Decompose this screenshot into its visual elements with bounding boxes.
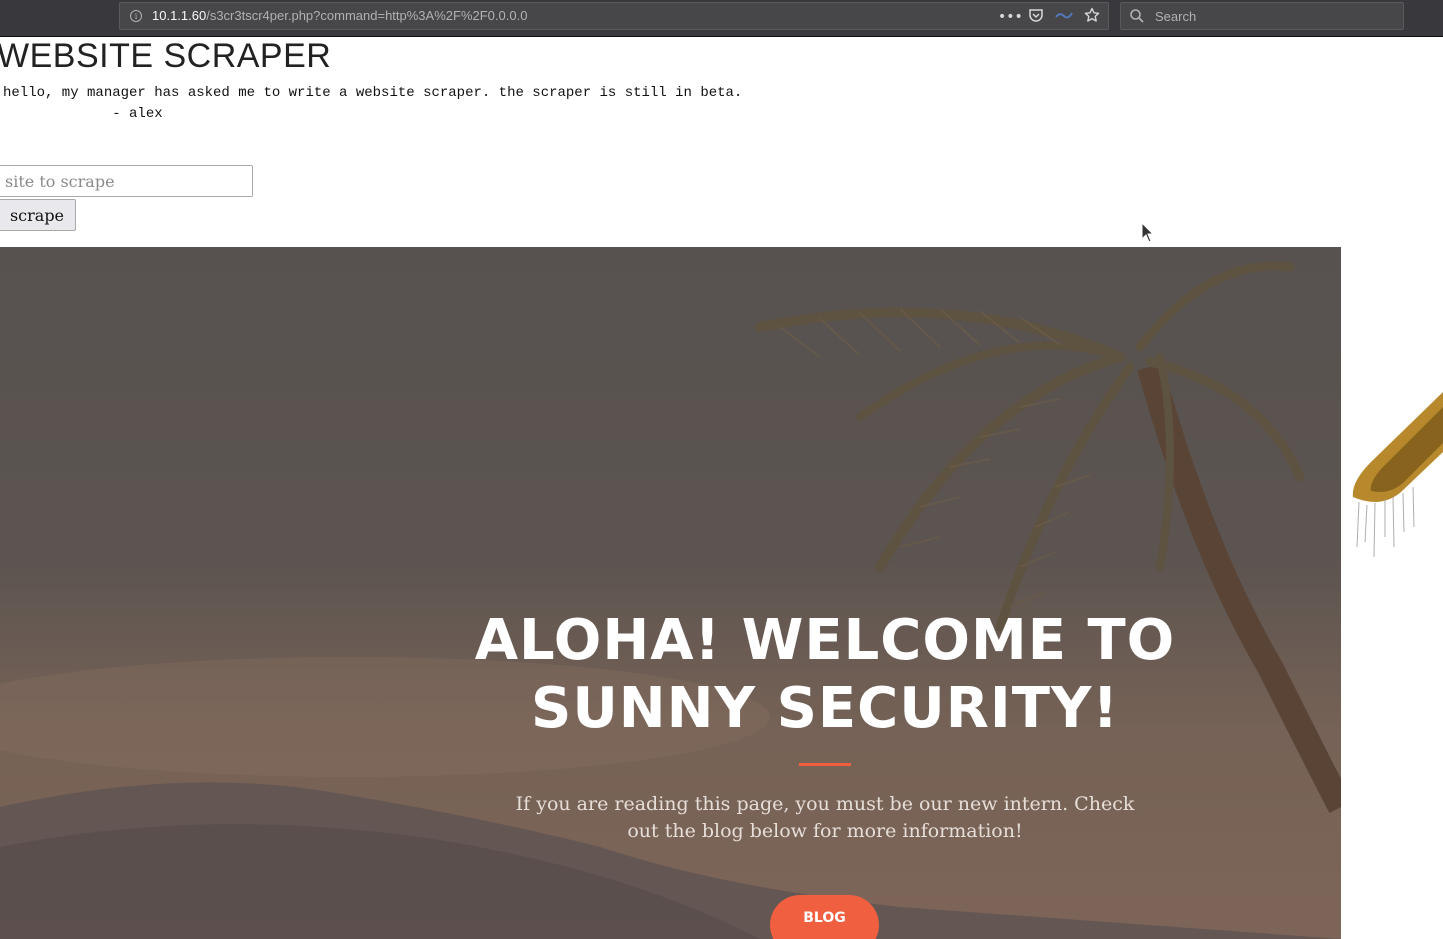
hero-divider [799, 763, 851, 766]
scraped-hero-section: ALOHA! WELCOME TO SUNNY SECURITY! If you… [0, 247, 1341, 939]
search-input[interactable] [1155, 6, 1395, 26]
browser-toolbar: i 10.1.1.60/s3cr3tscr4per.php?command=ht… [0, 0, 1443, 37]
url-text[interactable]: 10.1.1.60/s3cr3tscr4per.php?command=http… [152, 8, 527, 23]
page-actions: ••• [998, 7, 1102, 27]
search-bar[interactable] [1120, 2, 1404, 30]
pocket-icon[interactable] [1026, 7, 1046, 27]
reader-icon[interactable] [1054, 7, 1074, 27]
hero-heading: ALOHA! WELCOME TO SUNNY SECURITY! [474, 608, 1176, 741]
side-image [1341, 247, 1443, 564]
mouse-cursor-icon [1141, 222, 1155, 243]
hero-text: If you are reading this page, you must b… [515, 793, 1135, 842]
scrape-button[interactable]: scrape [0, 199, 76, 231]
blog-button[interactable]: BLOG [770, 895, 879, 939]
intro-note: hello, my manager has asked me to write … [3, 85, 743, 122]
bookmark-star-icon[interactable] [1082, 7, 1102, 27]
page-title: WEBSITE SCRAPER [0, 37, 332, 75]
url-bar[interactable]: i 10.1.1.60/s3cr3tscr4per.php?command=ht… [119, 2, 1109, 30]
site-url-input[interactable] [0, 165, 253, 197]
url-path: /s3cr3tscr4per.php?command=http%3A%2F%2F… [206, 8, 528, 23]
info-icon[interactable]: i [130, 10, 142, 22]
url-host: 10.1.1.60 [152, 8, 207, 23]
more-icon[interactable]: ••• [998, 7, 1023, 27]
search-icon [1130, 9, 1144, 23]
